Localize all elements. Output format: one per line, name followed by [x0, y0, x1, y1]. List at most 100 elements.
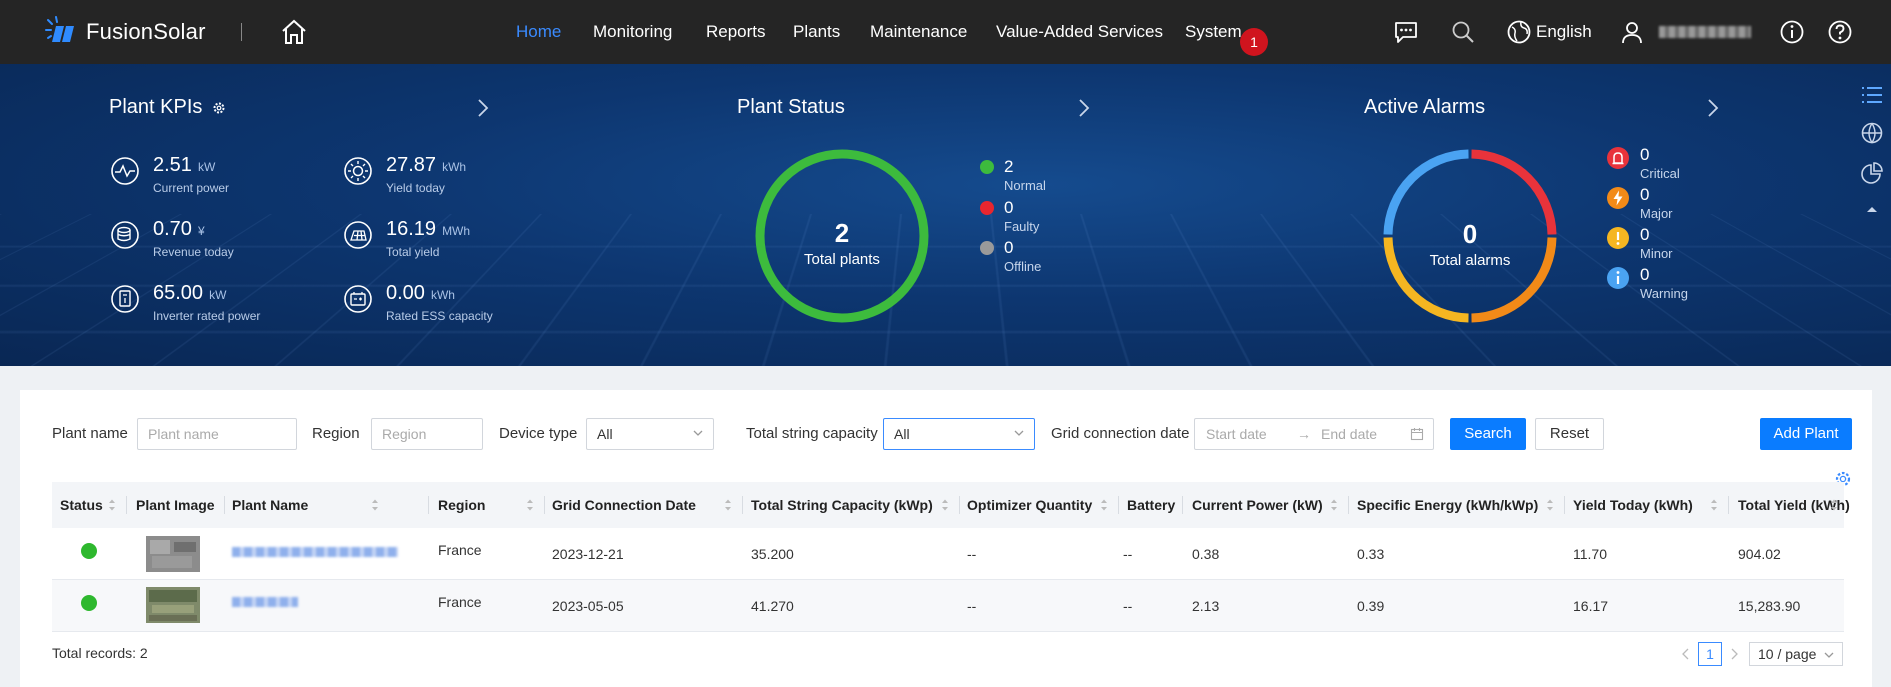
nav-home[interactable]: Home — [516, 22, 561, 42]
kpi-label: Current power — [153, 181, 229, 195]
col-total-string-capacity[interactable]: Total String Capacity (kWp) — [751, 482, 933, 528]
plant-image-thumbnail[interactable] — [146, 536, 200, 572]
username-blurred[interactable] — [1659, 26, 1751, 38]
faulty-label: Faulty — [1004, 219, 1039, 234]
active-alarms-title: Active Alarms — [1364, 96, 1485, 119]
sort-icon[interactable] — [1546, 498, 1554, 512]
column-divider — [224, 496, 225, 514]
list-view-icon[interactable] — [1860, 84, 1884, 106]
col-region[interactable]: Region — [438, 482, 485, 528]
column-divider — [1182, 496, 1183, 514]
page-size-value: 10 / page — [1758, 646, 1816, 662]
sort-icon[interactable] — [1330, 498, 1338, 512]
plant-image-thumbnail[interactable] — [146, 587, 200, 623]
col-optimizer-quantity[interactable]: Optimizer Quantity — [967, 482, 1092, 528]
reset-button[interactable]: Reset — [1535, 418, 1604, 450]
add-plant-button[interactable]: Add Plant — [1760, 418, 1852, 450]
col-status[interactable]: Status — [60, 482, 103, 528]
total-alarms-count: 0 — [1420, 219, 1520, 250]
offline-count: 0 — [1004, 238, 1013, 258]
specific-energy-cell: 0.39 — [1357, 598, 1384, 614]
sort-icon[interactable] — [724, 498, 732, 512]
plant-name-input[interactable]: Plant name — [137, 418, 297, 450]
grid-date-cell: 2023-12-21 — [552, 546, 624, 562]
chevron-down-icon — [1824, 650, 1834, 660]
critical-alarm-icon — [1606, 146, 1630, 170]
total-plants-label: Total plants — [782, 251, 902, 268]
col-yield-today[interactable]: Yield Today (kWh) — [1573, 482, 1693, 528]
region-input[interactable]: Region — [371, 418, 483, 450]
page-1-button[interactable]: 1 — [1698, 642, 1722, 666]
nav-value-added-services[interactable]: Value-Added Services — [996, 22, 1163, 42]
globe-icon[interactable] — [1506, 19, 1532, 45]
kpi-label: Rated ESS capacity — [386, 309, 493, 323]
region-label: Region — [312, 425, 360, 442]
nav-plants[interactable]: Plants — [793, 22, 840, 42]
col-grid-connection-date[interactable]: Grid Connection Date — [552, 482, 696, 528]
start-date-field[interactable]: Start date — [1206, 419, 1267, 449]
sort-icon[interactable] — [371, 498, 379, 512]
plant-list-card: Plant name Plant name Region Region Devi… — [20, 390, 1872, 687]
yield-today-cell: 16.17 — [1573, 598, 1608, 614]
yield-today-cell: 11.70 — [1573, 546, 1607, 562]
grid-connection-date-label: Grid connection date — [1051, 425, 1189, 442]
plant-kpis-title: Plant KPIs — [109, 96, 202, 119]
col-plant-name[interactable]: Plant Name — [232, 482, 308, 528]
device-type-value: All — [597, 426, 613, 442]
normal-status-dot — [980, 160, 994, 174]
end-date-field[interactable]: End date — [1321, 419, 1377, 449]
capacity-cell: 41.270 — [751, 598, 794, 614]
nav-system[interactable]: System — [1185, 22, 1242, 42]
col-specific-energy[interactable]: Specific Energy (kWh/kWp) — [1357, 482, 1538, 528]
arrow-right-icon: → — [1297, 419, 1311, 449]
map-view-icon[interactable] — [1860, 122, 1884, 144]
info-icon[interactable] — [1779, 19, 1805, 45]
sort-icon[interactable] — [1710, 498, 1718, 512]
sort-icon[interactable] — [1100, 498, 1108, 512]
status-normal-dot — [81, 595, 97, 611]
sort-icon[interactable] — [108, 498, 116, 512]
user-icon[interactable] — [1619, 19, 1645, 45]
total-string-capacity-label: Total string capacity — [746, 425, 878, 442]
col-current-power[interactable]: Current Power (kW) — [1192, 482, 1323, 528]
settings-gear-icon[interactable] — [212, 101, 226, 115]
nav-monitoring[interactable]: Monitoring — [593, 22, 672, 42]
search-button[interactable]: Search — [1450, 418, 1526, 450]
alarms-chevron-right-icon[interactable] — [1706, 98, 1720, 118]
home-icon[interactable] — [280, 19, 308, 45]
page-size-select[interactable]: 10 / page — [1749, 642, 1843, 666]
collapse-up-icon[interactable] — [1860, 202, 1884, 216]
nav-reports[interactable]: Reports — [706, 22, 766, 42]
plant-name-link[interactable] — [232, 597, 298, 607]
next-page-icon[interactable] — [1729, 648, 1739, 660]
minor-count: 0 — [1640, 225, 1649, 245]
status-chevron-right-icon[interactable] — [1077, 98, 1091, 118]
sort-icon[interactable] — [941, 498, 949, 512]
total-string-capacity-select[interactable]: All — [883, 418, 1035, 450]
table-row[interactable]: France 2023-12-21 35.200 -- -- 0.38 0.33… — [52, 528, 1844, 580]
calendar-icon — [1410, 427, 1424, 441]
sort-icon[interactable] — [1830, 498, 1838, 512]
message-icon[interactable] — [1393, 19, 1419, 45]
kpis-chevron-right-icon[interactable] — [476, 98, 490, 118]
kpi-value: 2.51 kW — [153, 154, 215, 177]
search-icon[interactable] — [1450, 19, 1476, 45]
table-row[interactable]: France 2023-05-05 41.270 -- -- 2.13 0.39… — [52, 580, 1844, 632]
prev-page-icon[interactable] — [1681, 648, 1691, 660]
kpi-value: 27.87 kWh — [386, 154, 466, 177]
device-type-select[interactable]: All — [586, 418, 714, 450]
help-icon[interactable] — [1827, 19, 1853, 45]
date-range-picker[interactable]: Start date → End date — [1194, 418, 1434, 450]
pie-chart-view-icon[interactable] — [1860, 162, 1884, 184]
language-selector[interactable]: English — [1536, 22, 1592, 42]
nav-maintenance[interactable]: Maintenance — [870, 22, 967, 42]
kpi-label: Yield today — [386, 181, 445, 195]
capacity-value: All — [894, 426, 910, 442]
fusionsolar-logo[interactable]: FusionSolar — [44, 16, 206, 48]
sort-icon[interactable] — [526, 498, 534, 512]
plant-name-link[interactable] — [232, 547, 398, 557]
major-alarm-icon — [1606, 186, 1630, 210]
total-yield-cell: 15,283.90 — [1738, 598, 1800, 614]
critical-label: Critical — [1640, 166, 1680, 181]
kpi-label: Inverter rated power — [153, 309, 260, 323]
